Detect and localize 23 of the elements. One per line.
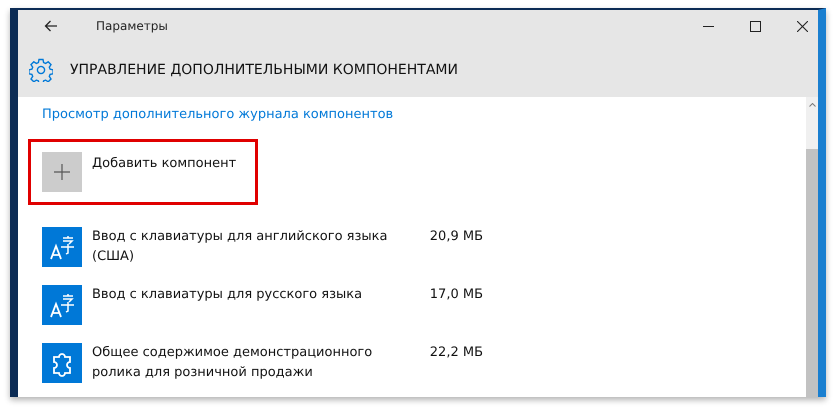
add-component-button[interactable]: Добавить компонент [42,152,236,192]
component-name: Ввод с клавиатуры для английского языка (США) [92,228,388,266]
history-link[interactable]: Просмотр дополнительного журнала компонентов [42,107,394,122]
language-icon [42,227,82,267]
back-icon[interactable] [44,20,58,32]
component-item[interactable]: Ввод с клавиатуры для английского языка (США) 20,9 МБ [42,227,806,267]
maximize-icon[interactable] [750,20,761,32]
component-name: Ввод с клавиатуры для русского языка [92,286,364,304]
component-size: 17,0 МБ [428,286,483,304]
window-title: Параметры [96,19,168,33]
component-item[interactable]: Общее содержимое демонстрационного ролика для розничной продажи 22,2 МБ [42,343,806,383]
settings-icon [29,58,53,82]
plus-icon [42,152,82,192]
page-title: УПРАВЛЕНИЕ ДОПОЛНИТЕЛЬНЫМИ КОМПОНЕНТАМИ [70,62,458,78]
component-size: 22,2 МБ [428,344,483,362]
component-name: Общее содержимое демонстрационного ролика для розничной продажи [92,344,374,382]
scroll-up-icon[interactable] [808,103,816,107]
language-icon [42,285,82,325]
close-icon[interactable] [797,20,808,32]
scrollbar[interactable] [806,97,818,397]
component-item[interactable]: Ввод с клавиатуры для русского языка 17,0 МБ [42,285,806,325]
component-size: 20,9 МБ [428,228,483,246]
puzzle-icon [42,343,82,383]
